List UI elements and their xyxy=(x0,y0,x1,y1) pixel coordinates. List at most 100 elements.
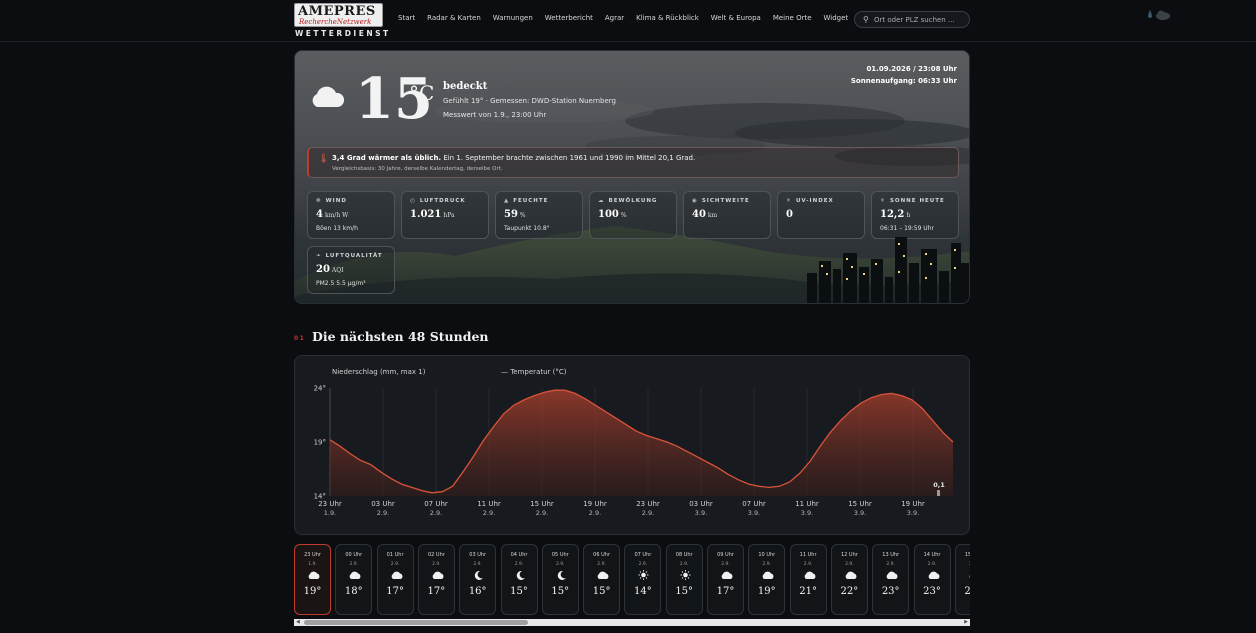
metric-card-value: 12,2 h xyxy=(880,209,911,220)
hour-time: 08 Uhr xyxy=(675,552,693,558)
y-tick-label: 24° xyxy=(314,385,326,393)
metric-card-sub: 06:31 – 19:59 Uhr xyxy=(880,225,934,232)
legend-precipitation: Niederschlag (mm, max 1) xyxy=(332,368,426,376)
hour-date: 2.9. xyxy=(886,562,895,567)
hour-temperature: 17° xyxy=(716,586,735,597)
hour-time: 07 Uhr xyxy=(634,552,652,558)
scroll-right-arrow[interactable]: ▶ xyxy=(964,619,968,626)
x-tick-date: 2.9. xyxy=(430,509,442,517)
skyline-window xyxy=(846,258,848,260)
scroll-left-arrow[interactable]: ◀ xyxy=(296,619,300,626)
nav-item-5[interactable]: Klima & Rückblick xyxy=(636,14,699,22)
hour-card[interactable]: 02 Uhr 2.9. 17° xyxy=(417,544,455,615)
x-tick-time: 11 Uhr xyxy=(477,500,501,508)
skyline-window xyxy=(826,273,828,275)
hour-card[interactable]: 10 Uhr 2.9. 19° xyxy=(748,544,786,615)
current-weather-panel: 15 °C bedeckt Gefühlt 19° · Gemessen: DW… xyxy=(294,50,970,304)
hourly-forecast-strip[interactable]: 23 Uhr 1.9. 19° 00 Uhr 2.9. 18° 01 Uhr 2.9. 17° 0… xyxy=(294,544,970,616)
x-tick-time: 15 Uhr xyxy=(848,500,872,508)
hour-card[interactable]: 14 Uhr 2.9. 23° xyxy=(913,544,951,615)
hour-card[interactable]: 09 Uhr 2.9. 17° xyxy=(707,544,744,615)
hour-card[interactable]: 07 Uhr 2.9. 14° xyxy=(624,544,662,615)
logo-tagline: WETTERDIENST xyxy=(295,29,391,38)
nav-item-1[interactable]: Radar & Karten xyxy=(427,14,481,22)
precipitation-bar xyxy=(937,490,940,496)
cloud-icon: ☁ xyxy=(598,198,605,204)
hour-temperature: 17° xyxy=(427,586,446,597)
metric-card-sub: Böen 13 km/h xyxy=(316,225,358,232)
alert-text: 3,4 Grad wärmer als üblich. Ein 1. Septe… xyxy=(332,154,695,162)
nav-item-4[interactable]: Agrar xyxy=(605,14,624,22)
hour-card[interactable]: 04 Uhr 2.9. 15° xyxy=(500,544,538,615)
logo-main-text: AMEPRES xyxy=(298,4,376,19)
metric-card-label: ❧ LUFTQUALITÄT xyxy=(316,253,383,259)
hour-card[interactable]: 05 Uhr 2.9. 15° xyxy=(541,544,579,615)
alert-body: Ein 1. September brachte zwischen 1961 u… xyxy=(441,154,696,162)
hour-card[interactable]: 03 Uhr 2.9. 16° xyxy=(459,544,497,615)
hour-card[interactable]: 00 Uhr 2.9. 18° xyxy=(335,544,373,615)
hour-temperature: 15° xyxy=(551,586,570,597)
hour-temperature: 22° xyxy=(840,586,859,597)
hour-date: 2.9. xyxy=(432,562,441,567)
x-tick-date: 3.9. xyxy=(748,509,760,517)
search-box[interactable]: ⚲ xyxy=(854,11,970,28)
nav-item-0[interactable]: Start xyxy=(398,14,415,22)
hour-date: 2.9. xyxy=(390,562,400,567)
alert-bold: 3,4 Grad wärmer als üblich. xyxy=(332,154,442,162)
hour-date: 2.9. xyxy=(679,562,689,567)
logo-sub-text: RechercheNetzwerk xyxy=(299,18,372,26)
hour-card[interactable]: 15 Uhr 2.9. 23° xyxy=(954,544,970,615)
forecast-chart-svg: Niederschlag (mm, max 1) — Temperatur (°C… xyxy=(314,368,954,517)
hour-temperature: 23° xyxy=(964,586,970,597)
thermometer-icon: 🌡 xyxy=(318,154,330,164)
hour-card[interactable]: 08 Uhr 2.9. 15° xyxy=(665,544,703,615)
cloud-icon xyxy=(432,571,444,579)
hour-date: 2.9. xyxy=(956,562,970,567)
skyline-window xyxy=(930,263,932,265)
hour-card[interactable]: 12 Uhr 2.9. 22° xyxy=(830,544,868,615)
hour-card[interactable]: 13 Uhr 2.9. 23° xyxy=(872,544,910,615)
metric-card-sub: PM2.5 5.5 µg/m³ xyxy=(316,280,366,287)
metric-card-unit: h xyxy=(906,212,911,219)
x-tick-time: 19 Uhr xyxy=(583,500,607,508)
cloud-icon xyxy=(845,571,857,579)
nav-item-7[interactable]: Meine Orte xyxy=(773,14,812,22)
logo[interactable]: AMEPRES RechercheNetzwerk WETTERDIENST xyxy=(294,3,388,38)
skyline-window xyxy=(925,277,927,279)
hour-card[interactable]: 11 Uhr 2.9. 21° xyxy=(789,544,827,615)
hour-card[interactable]: 01 Uhr 2.9. 17° xyxy=(376,544,414,615)
search-input[interactable] xyxy=(874,14,966,26)
scrollbar-thumb[interactable] xyxy=(304,620,528,625)
nav-item-2[interactable]: Warnungen xyxy=(493,14,533,22)
metric-card-unit: hPa xyxy=(443,212,455,219)
hour-temperature: 14° xyxy=(634,586,652,597)
hour-temperature: 19° xyxy=(757,586,776,597)
gauge-icon: ◴ xyxy=(410,198,416,204)
hour-date: 2.9. xyxy=(349,562,359,567)
hour-time: 05 Uhr xyxy=(551,552,569,558)
nav-item-8[interactable]: Widget xyxy=(824,14,849,22)
hourly-scrollbar[interactable]: ◀ ▶ xyxy=(294,619,970,626)
section-number: 01 xyxy=(294,335,306,342)
nav-item-6[interactable]: Welt & Europa xyxy=(711,14,761,22)
metric-card-value: 20 AQI xyxy=(316,264,344,275)
hour-temperature: 21° xyxy=(799,586,817,597)
skyline-window xyxy=(875,263,877,265)
nav-item-3[interactable]: Wetterbericht xyxy=(545,14,593,22)
metric-card-unit: km/h W xyxy=(324,212,349,219)
cloud-icon xyxy=(308,571,320,579)
hour-temperature: 17° xyxy=(386,586,404,597)
main-nav: Start Radar & Karten Warnungen Wetterberich… xyxy=(392,14,854,22)
hour-card[interactable]: 06 Uhr 2.9. 15° xyxy=(583,544,621,615)
hour-card[interactable]: 23 Uhr 1.9. 19° xyxy=(294,544,331,615)
leaf-icon: ❧ xyxy=(316,253,322,259)
hour-temperature: 18° xyxy=(344,586,363,597)
measured-time: Messwert von 1.9., 23:00 Uhr xyxy=(443,111,547,119)
skyline-window xyxy=(851,266,853,268)
skyline-window xyxy=(954,249,956,251)
current-datetime: 01.09.2026 / 23:08 Uhr xyxy=(866,65,957,73)
hour-time: 12 Uhr xyxy=(840,552,858,558)
metric-card-sonneheute: ☀ SONNE HEUTE 12,2 h 06:31 – 19:59 Uhr xyxy=(871,191,959,239)
logo-box: AMEPRES RechercheNetzwerk xyxy=(294,3,383,27)
x-tick-time: 03 Uhr xyxy=(689,500,713,508)
